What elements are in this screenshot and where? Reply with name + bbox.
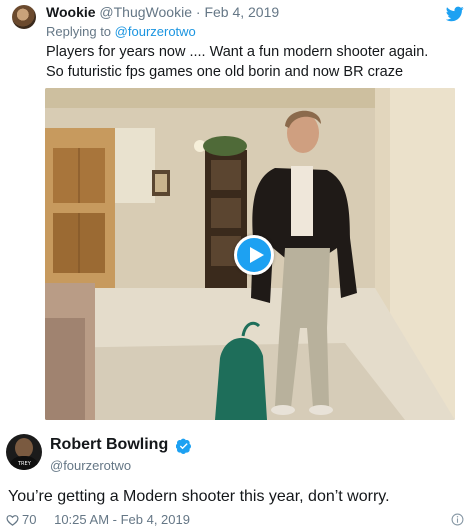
- main-tweet-text: You’re getting a Modern shooter this yea…: [8, 488, 390, 505]
- main-author-name[interactable]: Robert Bowling: [50, 436, 168, 454]
- robert-bowling-avatar[interactable]: TREY: [6, 434, 42, 470]
- replying-to: Replying to @fourzerotwo: [46, 24, 196, 39]
- heart-icon: [6, 515, 19, 526]
- reply-text-line-2: So futuristic fps games one old borin an…: [46, 64, 404, 80]
- twitter-bird-icon[interactable]: [446, 6, 464, 22]
- avatar-face: [15, 438, 33, 458]
- tweet-timestamp[interactable]: 10:25 AM - Feb 4, 2019: [54, 512, 190, 527]
- replying-to-label: Replying to: [46, 24, 112, 39]
- reply-tweet-text: Players for years now .... Want a fun mo…: [46, 42, 428, 82]
- reply-author-name[interactable]: Wookie: [46, 4, 96, 20]
- wookie-avatar[interactable]: [12, 5, 36, 29]
- reply-text-line-1: Players for years now .... Want a fun mo…: [46, 44, 429, 60]
- main-author-handle[interactable]: @fourzerotwo: [50, 458, 131, 473]
- header-separator: ·: [195, 4, 201, 20]
- video-player[interactable]: [45, 88, 455, 420]
- avatar-shirt-logo: TREY: [18, 461, 31, 467]
- like-count: 70: [22, 512, 37, 527]
- verified-badge-icon: [176, 438, 191, 454]
- info-icon[interactable]: [451, 513, 464, 526]
- replying-to-handle[interactable]: @fourzerotwo: [115, 24, 196, 39]
- reply-tweet-header: Wookie @ThugWookie · Feb 4, 2019: [46, 4, 279, 20]
- reply-date[interactable]: Feb 4, 2019: [204, 4, 279, 20]
- tweet-footer: 70 10:25 AM - Feb 4, 2019: [6, 512, 190, 527]
- play-icon: [250, 247, 264, 263]
- play-button[interactable]: [234, 235, 274, 275]
- like-button[interactable]: 70: [6, 512, 40, 527]
- reply-author-handle[interactable]: @ThugWookie: [99, 4, 192, 20]
